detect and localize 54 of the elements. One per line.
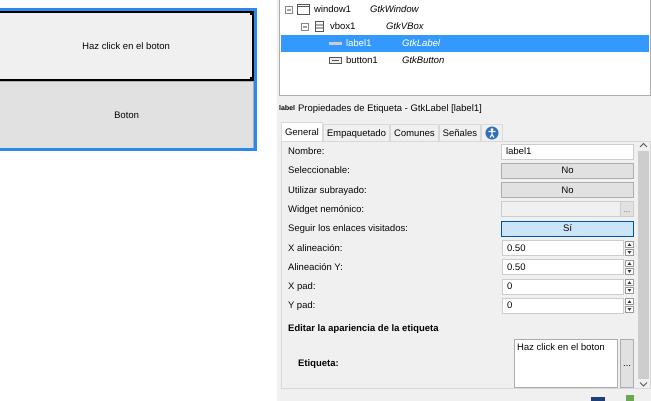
tab[interactable]: Señales xyxy=(438,124,481,141)
widget-type: GtkVBox xyxy=(386,21,424,32)
widget-picker[interactable]: ... xyxy=(501,201,634,218)
property-label: X pad: xyxy=(288,281,316,292)
ellipsis-button[interactable]: ... xyxy=(620,202,633,216)
button-widget-icon xyxy=(329,55,342,66)
property-label: Seguir los enlaces visitados: xyxy=(288,223,409,234)
section-heading: Editar la apariencia de la etiqueta xyxy=(288,322,440,336)
widget-type: GtkWindow xyxy=(370,4,418,15)
spin-arrows-icon[interactable] xyxy=(625,260,634,275)
tree-row[interactable]: button1 GtkButton xyxy=(281,52,649,69)
toggle-button[interactable]: No xyxy=(501,182,634,198)
spin-field[interactable]: 0.50 xyxy=(502,259,624,276)
spin-arrows-icon[interactable] xyxy=(625,240,634,256)
spin-field[interactable]: 0 xyxy=(502,298,624,314)
toggle-button[interactable]: No xyxy=(501,162,634,179)
label-widget[interactable]: Haz click en el boton xyxy=(0,11,254,81)
ellipsis-button[interactable]: ... xyxy=(620,338,634,388)
toggle-button[interactable]: Sí xyxy=(501,220,634,237)
expander-icon[interactable] xyxy=(285,6,293,14)
tab[interactable]: Empaquetado xyxy=(322,124,390,141)
scroll-up-icon[interactable] xyxy=(639,142,648,149)
property-label: X alineación: xyxy=(288,242,344,254)
property-label: Nombre: xyxy=(288,146,326,158)
accessibility-tab[interactable] xyxy=(481,124,503,141)
panel-title: Propiedades de Etiqueta - GtkLabel [label1] xyxy=(298,102,482,114)
widget-type: GtkLabel xyxy=(402,38,440,49)
property-label: Y pad: xyxy=(288,300,316,312)
widget-name: window1 xyxy=(314,4,352,15)
scroll-down-icon[interactable] xyxy=(639,381,648,388)
button-widget[interactable]: Boton xyxy=(0,81,254,148)
spin-arrows-icon[interactable] xyxy=(625,279,634,294)
tab[interactable]: General xyxy=(281,122,323,141)
window-widget-icon xyxy=(297,4,310,15)
accessibility-icon xyxy=(485,126,499,140)
property-label: Widget nemónico: xyxy=(288,204,366,215)
text-area[interactable]: Haz click en el boton xyxy=(514,338,618,388)
property-label: Seleccionable: xyxy=(288,165,351,176)
property-label: Utilizar subrayado: xyxy=(288,184,368,196)
widget-name: vbox1 xyxy=(330,21,356,32)
tab[interactable]: Comunes xyxy=(390,124,439,141)
widget-name: button1 xyxy=(346,55,379,66)
widget-name: label1 xyxy=(346,38,372,49)
input-field[interactable]: label1 xyxy=(501,144,634,160)
property-label: Etiqueta: xyxy=(297,356,340,371)
property-label: Alineación Y: xyxy=(288,262,344,273)
vbox-widget-icon xyxy=(313,21,326,32)
tree-row[interactable]: window1 GtkWindow xyxy=(281,1,649,18)
tree-row[interactable]: vbox1 GtkVBox xyxy=(281,18,649,35)
expander-icon[interactable] xyxy=(301,22,309,30)
spin-arrows-icon[interactable] xyxy=(625,298,634,314)
spin-field[interactable]: 0 xyxy=(502,278,624,295)
spin-field[interactable]: 0.50 xyxy=(502,240,624,256)
widget-type: GtkButton xyxy=(402,55,444,66)
